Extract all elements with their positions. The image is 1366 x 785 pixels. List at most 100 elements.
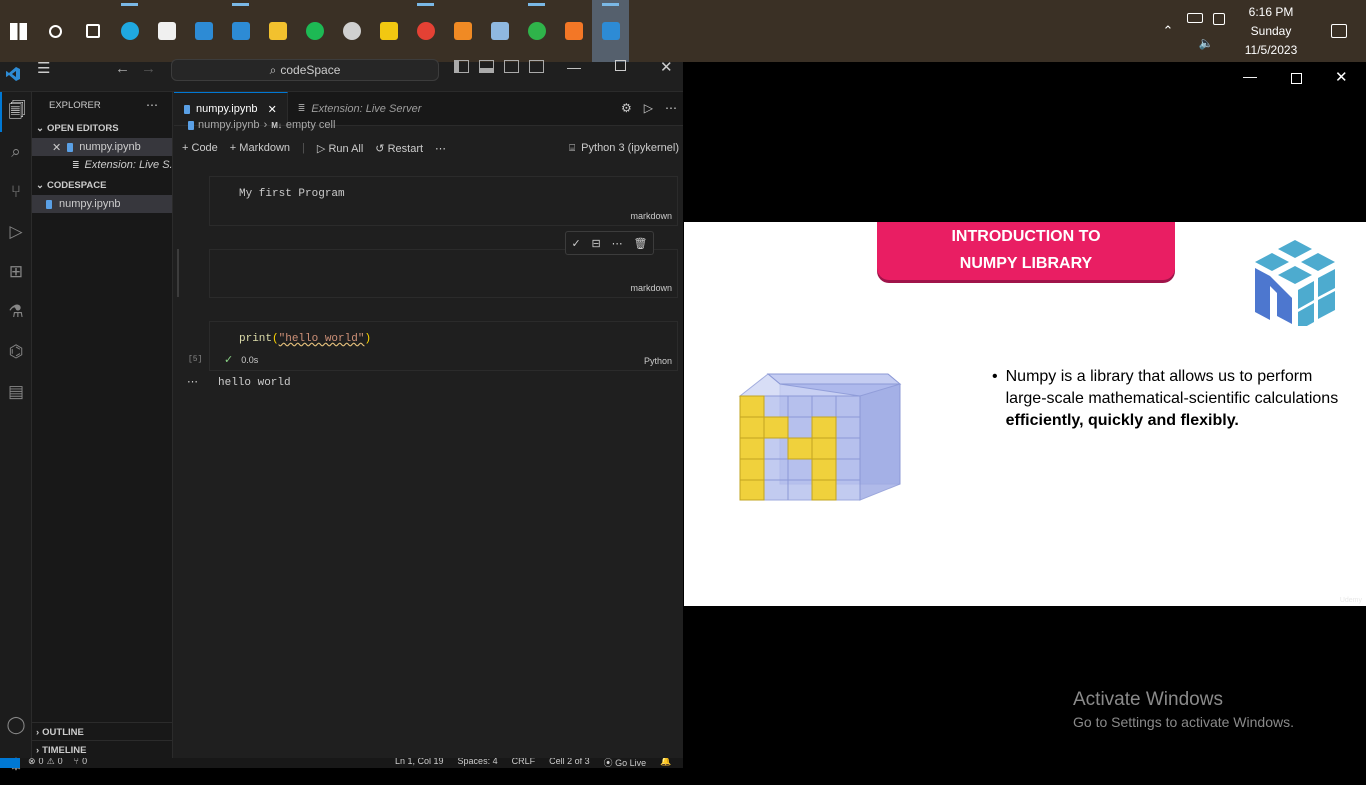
minimize-button[interactable]: —	[1243, 68, 1257, 84]
output-more-icon[interactable]: ⋯	[187, 375, 198, 388]
execution-duration: 0.0s	[241, 354, 259, 365]
forward-arrow-icon[interactable]: →	[141, 60, 156, 77]
run-all-icon: ▷	[316, 142, 326, 155]
check-icon[interactable]: ✓	[571, 237, 580, 250]
start-icon[interactable]	[0, 0, 37, 62]
run-all-button[interactable]: ▷ Run All	[317, 142, 363, 155]
bullet-dot-icon: •	[992, 368, 998, 385]
power-bi-icon[interactable]	[370, 0, 407, 62]
more-actions-icon[interactable]: ⋯	[665, 101, 677, 115]
restart-button[interactable]: ↺ Restart	[375, 142, 423, 155]
store-icon[interactable]	[148, 0, 185, 62]
add-code-cell-button[interactable]: + Code	[182, 142, 218, 154]
accounts-icon[interactable]: ◯	[0, 705, 32, 745]
notebook-cell-markdown[interactable]: My first Program markdown	[209, 176, 678, 226]
cell-indicator[interactable]: Cell 2 of 3	[549, 758, 590, 768]
end-of-line[interactable]: CRLF	[512, 758, 536, 768]
outline-header[interactable]: › OUTLINE	[32, 722, 173, 742]
back-arrow-icon[interactable]: ←	[115, 60, 130, 77]
cursor-position[interactable]: Ln 1, Col 19	[395, 758, 444, 768]
cell-language[interactable]: markdown	[630, 283, 672, 293]
remote-indicator[interactable]	[0, 758, 20, 768]
delete-icon[interactable]: 🗑	[634, 237, 648, 250]
more-actions-icon[interactable]: ⋯	[612, 237, 623, 250]
source-control-icon[interactable]: ⑂	[0, 172, 32, 212]
volume-icon[interactable]: 🔈	[1199, 37, 1214, 49]
restart-label: Restart	[387, 142, 424, 155]
clock[interactable]: 6:16 PM Sunday 11/5/2023	[1231, 3, 1311, 60]
run-debug-icon[interactable]: ▷	[0, 212, 32, 252]
add-markdown-cell-button[interactable]: + Markdown	[230, 142, 290, 154]
breadcrumb-cell[interactable]: empty cell	[286, 119, 336, 131]
open-editors-header[interactable]: ⌄ OPEN EDITORS	[32, 118, 172, 138]
battery-icon[interactable]	[1187, 13, 1203, 23]
breadcrumb-file[interactable]: numpy.ipynb	[198, 119, 260, 131]
media-icon[interactable]	[333, 0, 370, 62]
customize-layout-icon[interactable]	[529, 60, 544, 73]
close-tab-icon[interactable]: ✕	[268, 103, 277, 116]
close-button[interactable]: ✕	[1335, 68, 1348, 86]
open-editor-label: numpy.ipynb	[79, 141, 141, 153]
settings-gear-icon[interactable]: ⚙	[621, 101, 632, 115]
array-cube-illustration	[738, 364, 904, 511]
kernel-label: Python 3 (ipykernel)	[581, 142, 679, 154]
search-view-icon[interactable]: ⌕	[0, 132, 32, 172]
file-explorer-icon[interactable]	[259, 0, 296, 62]
maximize-button[interactable]	[615, 60, 626, 71]
search-icon[interactable]	[37, 0, 74, 62]
file-label: numpy.ipynb	[59, 198, 121, 210]
status-bar: ⊗ 0 ⚠ 0 ⑂ 0 Ln 1, Col 19 Spaces: 4 CRLF Cel…	[0, 758, 683, 768]
mail-icon[interactable]	[185, 0, 222, 62]
menu-icon[interactable]: ☰	[37, 61, 55, 76]
activate-windows-subtitle: Go to Settings to activate Windows.	[1073, 714, 1294, 730]
command-center[interactable]: ⌕ codeSpace	[171, 59, 439, 81]
split-cell-icon[interactable]: ⊟	[592, 237, 601, 250]
spotify-icon[interactable]	[296, 0, 333, 62]
notebook-cell-code[interactable]: print("hello world") ✓ 0.0s Python	[209, 321, 678, 371]
problems-indicator[interactable]: ⊗ 0 ⚠ 0 ⑂ 0	[28, 758, 87, 767]
run-icon[interactable]: ▷	[644, 101, 653, 115]
remote-explorer-icon[interactable]: ▤	[0, 372, 32, 412]
open-editor-item[interactable]: ≣ Extension: Live S...	[32, 156, 172, 174]
notepad-icon[interactable]	[481, 0, 518, 62]
vlc-icon[interactable]	[444, 0, 481, 62]
open-editor-item[interactable]: ✕ numpy.ipynb	[32, 138, 172, 156]
go-live-button[interactable]: ⦿ Go Live	[604, 758, 647, 768]
cell-language[interactable]: Python	[644, 356, 672, 366]
ring-app-icon-glyph	[527, 22, 546, 40]
tab-label: Extension: Live Server	[311, 102, 422, 115]
minimize-button[interactable]: —	[567, 59, 581, 75]
kernel-picker[interactable]: ⌸ Python 3 (ipykernel)	[569, 138, 679, 158]
notifications-bell-icon[interactable]: 🔔	[660, 758, 671, 768]
slide-watermark: Udemy	[1339, 597, 1362, 604]
close-button[interactable]: ✕	[660, 58, 673, 76]
more-actions-icon[interactable]: ⋯	[435, 142, 446, 155]
network-icon[interactable]	[1213, 13, 1225, 25]
video-player-icon[interactable]	[592, 0, 629, 62]
file-item[interactable]: numpy.ipynb	[32, 195, 172, 213]
toggle-primary-sidebar-icon[interactable]	[454, 60, 469, 73]
task-view-icon[interactable]	[74, 0, 111, 62]
maximize-button[interactable]	[1291, 73, 1302, 84]
jupyter-icon[interactable]	[555, 0, 592, 62]
extensions-icon[interactable]: ⊞	[0, 252, 32, 292]
indentation[interactable]: Spaces: 4	[458, 758, 498, 768]
show-hidden-icons-icon[interactable]: ⌃	[1155, 0, 1181, 62]
explorer-icon[interactable]: 🗐	[0, 92, 32, 132]
vscode-icon[interactable]	[222, 0, 259, 62]
python-icon[interactable]: ⌬	[0, 332, 32, 372]
notification-center-icon[interactable]	[1311, 0, 1366, 62]
toggle-panel-icon[interactable]	[479, 60, 494, 73]
toggle-secondary-sidebar-icon[interactable]	[504, 60, 519, 73]
cell-language[interactable]: markdown	[630, 211, 672, 221]
chrome-icon[interactable]	[407, 0, 444, 62]
close-icon[interactable]: ✕	[52, 141, 61, 154]
ring-app-icon[interactable]	[518, 0, 555, 62]
more-actions-icon[interactable]: ⋯	[146, 98, 158, 112]
testing-icon[interactable]: ⚗	[0, 292, 32, 332]
notebook-cell-markdown[interactable]: markdown	[209, 249, 678, 298]
codespace-folder-header[interactable]: ⌄ CODESPACE	[32, 175, 172, 195]
markdown-cell-icon: M↓	[271, 120, 282, 130]
edge-icon[interactable]	[111, 0, 148, 62]
timeline-header[interactable]: › TIMELINE	[32, 740, 173, 760]
